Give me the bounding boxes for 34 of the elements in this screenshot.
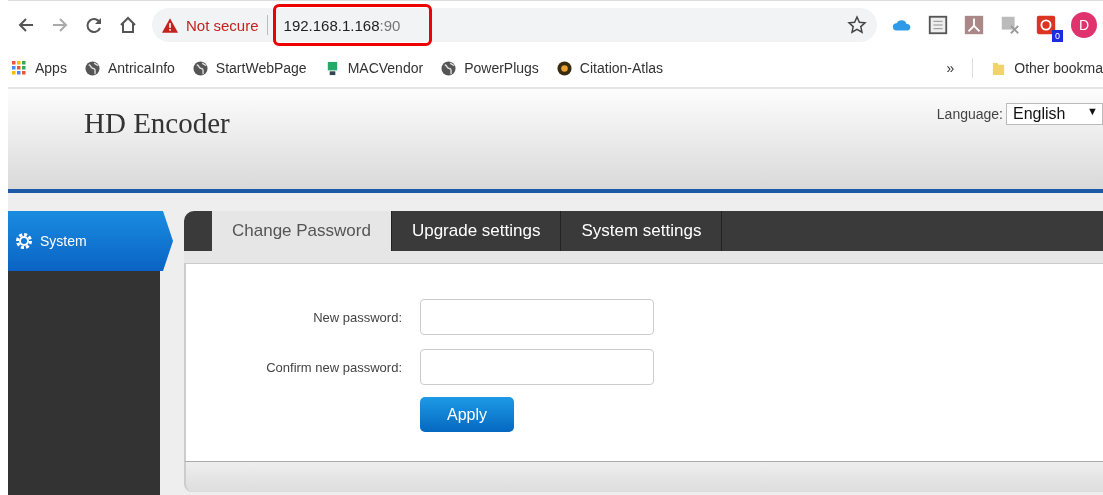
security-label: Not secure — [186, 16, 259, 34]
language-label: Language: — [936, 106, 1003, 122]
apply-button[interactable]: Apply — [420, 397, 514, 432]
globe-icon — [84, 60, 100, 76]
bookmark-item[interactable]: Apps — [12, 60, 67, 76]
field-label: New password: — [312, 309, 402, 325]
star-icon[interactable] — [847, 15, 867, 35]
extension-badge: 0 — [1052, 30, 1063, 42]
bookmark-item[interactable]: AntricaInfo — [84, 60, 175, 76]
list-icon[interactable] — [927, 14, 949, 36]
globe-icon — [192, 60, 208, 76]
password-field[interactable] — [420, 349, 654, 385]
bookmark-item[interactable]: StartWebPage — [192, 60, 307, 76]
profile-avatar[interactable]: D — [1071, 12, 1097, 38]
field-label: Confirm new password: — [265, 359, 402, 375]
tab[interactable]: Change Password — [212, 211, 392, 251]
warning-icon — [162, 17, 178, 33]
bookmark-item[interactable]: MACVendor — [324, 60, 424, 76]
app-title: HD Encoder — [84, 107, 230, 140]
reload-icon[interactable] — [84, 15, 104, 35]
bookmark-item[interactable]: PowerPlugs — [441, 60, 539, 76]
globe-icon — [441, 60, 457, 76]
password-field[interactable] — [420, 299, 654, 335]
gear-icon — [14, 231, 34, 251]
language-select[interactable]: English ▼ — [1006, 103, 1103, 125]
bookmark-folder-label[interactable]: Other bookma — [1014, 60, 1103, 76]
bookmarks-overflow[interactable]: » — [946, 60, 955, 76]
apps-grid-icon — [12, 60, 27, 76]
target-icon[interactable] — [1035, 14, 1057, 36]
extension-icon[interactable] — [999, 14, 1021, 36]
home-icon[interactable] — [118, 15, 138, 35]
folder-icon — [991, 60, 1007, 76]
url-text: 192.168.1.168:90 — [283, 16, 401, 34]
bookmark-item[interactable]: Citation-Atlas — [556, 60, 664, 76]
